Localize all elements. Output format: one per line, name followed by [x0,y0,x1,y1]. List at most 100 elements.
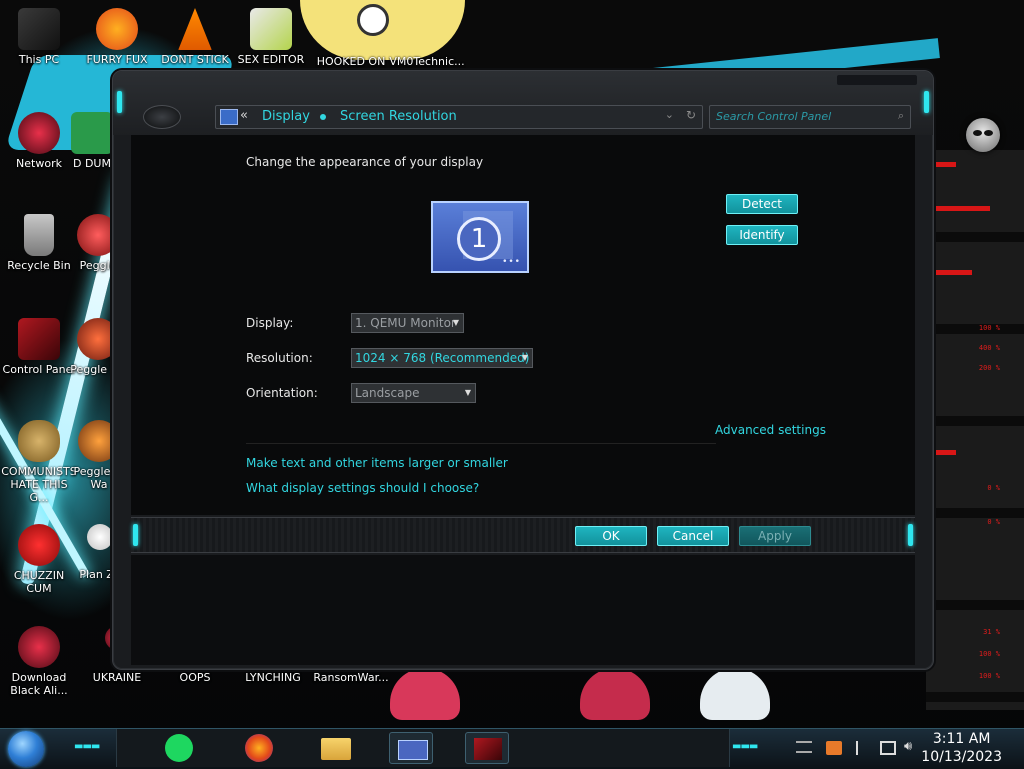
shoe [700,668,770,720]
display-label: Display: [246,316,294,330]
gadget-bar [934,270,972,275]
cancel-button[interactable]: Cancel [657,526,729,546]
gadget-readout: 100 % [978,650,1000,658]
gadget-bar [934,206,990,211]
resolution-label: Resolution: [246,351,313,365]
identify-button[interactable]: Identify [726,225,798,245]
ok-button[interactable]: OK [575,526,647,546]
orientation-select[interactable]: Landscape ▼ [351,383,476,403]
gadget-readout: 100 % [978,324,1000,332]
action-center-flag-icon[interactable] [856,741,868,755]
volume-icon[interactable]: 🔊︎ [904,739,920,754]
desktop-icon-download-black-alien[interactable]: Download Black Ali... [0,626,78,697]
desktop-icon-label: COMMUNISTS HATE THIS G... [1,465,77,504]
monitor-preview[interactable]: 1 ••• [431,201,529,273]
alienware-icon [18,626,60,668]
chevron-down-icon: ▼ [521,353,528,362]
orientation-select-value: Landscape [355,386,420,400]
window-notch [837,75,917,85]
desktop-icon-control-panel[interactable]: Control Panel [0,318,78,376]
taskbar-display-settings-button[interactable] [389,732,433,764]
alien-eye [984,130,993,136]
clock-date: 10/13/2023 [921,749,1002,765]
hex-editor-icon [250,8,292,50]
section-divider [246,443,716,444]
network-icon [18,112,60,154]
display-select-value: 1. QEMU Monitor [355,316,456,330]
wallpaper-shoes [380,668,780,728]
desktop-icon-label: Control Panel [2,363,76,376]
taskbar-accent-icon: ▬▬▬ [74,741,100,752]
gadget-readout: 100 % [978,672,1000,680]
money-bag-icon [18,420,60,462]
resolution-select-value: 1024 × 768 (Recommended) [355,351,530,365]
desktop-icon-label: OOPS [179,671,211,684]
gadget-readout: 0 % [987,484,1000,492]
resolution-select[interactable]: 1024 × 768 (Recommended) ▼ [351,348,533,368]
clock-time: 3:11 AM [932,731,991,747]
search-icon[interactable]: ⌕ [898,109,904,123]
control-panel-icon [474,738,502,760]
window-titlebar[interactable]: « Display Screen Resolution ⌄ ↻ Search C… [113,71,933,135]
start-orb-button[interactable] [8,731,44,767]
monitor-number-badge: 1 [457,217,501,261]
taskbar-firefox-button[interactable] [237,732,281,764]
breadcrumb-separator-icon [320,114,326,120]
frame-accent [133,524,138,546]
display-help-link[interactable]: What display settings should I choose? [246,481,479,495]
recycle-bin-icon [24,214,54,256]
shoe [580,668,650,720]
desktop-icon-hooked-on[interactable]: HOOKED ON [312,18,390,68]
app-icon [406,18,448,60]
flower-icon [87,524,113,550]
taskbar-explorer-button[interactable] [313,732,357,764]
taskbar-accent-icon: ▬▬▬ [732,741,758,752]
notification-app-icon[interactable] [826,741,842,755]
taskbar-spotify-button[interactable] [157,732,201,764]
settings-content: Change the appearance of your display 1 … [131,135,915,515]
breadcrumb-display[interactable]: Display [262,109,310,124]
folder-icon [321,738,351,760]
desktop-icon-label: UKRAINE [92,671,142,684]
network-status-icon[interactable] [880,741,896,755]
desktop-icon-this-pc[interactable]: This PC [0,8,78,66]
frame-accent [117,91,122,113]
display-settings-icon [220,109,238,125]
address-bar[interactable]: « Display Screen Resolution ⌄ ↻ [215,105,703,129]
desktop-icon-label: LYNCHING [245,671,301,684]
chevron-down-icon[interactable]: ⌄ [665,108,674,121]
gadget-readout: 200 % [978,364,1000,372]
advanced-settings-link[interactable]: Advanced settings [715,423,826,437]
refresh-icon[interactable]: ↻ [686,108,696,122]
chevron-down-icon: ▼ [452,318,459,327]
text-size-link[interactable]: Make text and other items larger or smal… [246,456,508,470]
keyboard-icon[interactable] [796,741,812,753]
desktop-icon-dont-stick[interactable]: DONT STICK [156,8,234,66]
search-placeholder: Search Control Panel [716,110,832,123]
firefox-icon [245,734,273,762]
display-select[interactable]: 1. QEMU Monitor ▼ [351,313,464,333]
control-panel-icon [18,318,60,360]
desktop-icon-chuzzin[interactable]: CHUZZIN CUM [0,524,78,595]
spotify-icon [165,734,193,762]
apply-button[interactable]: Apply [739,526,811,546]
search-input[interactable]: Search Control Panel ⌕ [709,105,911,129]
breadcrumb-screen-resolution[interactable]: Screen Resolution [340,109,457,124]
taskbar-control-panel-button[interactable] [465,732,509,764]
desktop-icon-vm0technic[interactable]: VM0Technic... [388,18,466,68]
gadget-readout: 31 % [983,628,1000,636]
desktop-icon-recycle-bin[interactable]: Recycle Bin [0,214,78,272]
window-emblem-icon [143,105,181,129]
app-icon [71,112,113,154]
desktop-icon-sex-editor[interactable]: SEX EDITOR [232,8,310,66]
detect-button[interactable]: Detect [726,194,798,214]
orientation-label: Orientation: [246,386,318,400]
back-arrows-icon[interactable]: « [240,108,248,123]
gadget-readout: 0 % [987,518,1000,526]
alienware-logo-icon [966,118,1000,152]
page-title: Change the appearance of your display [246,155,484,169]
taskbar-clock[interactable]: 3:11 AM 10/13/2023 [921,729,1002,766]
desktop-icon-label: Recycle Bin [7,259,71,272]
desktop-icon-furry-fux[interactable]: FURRY FUX [78,8,156,66]
desktop-icon-communists[interactable]: COMMUNISTS HATE THIS G... [0,420,78,504]
